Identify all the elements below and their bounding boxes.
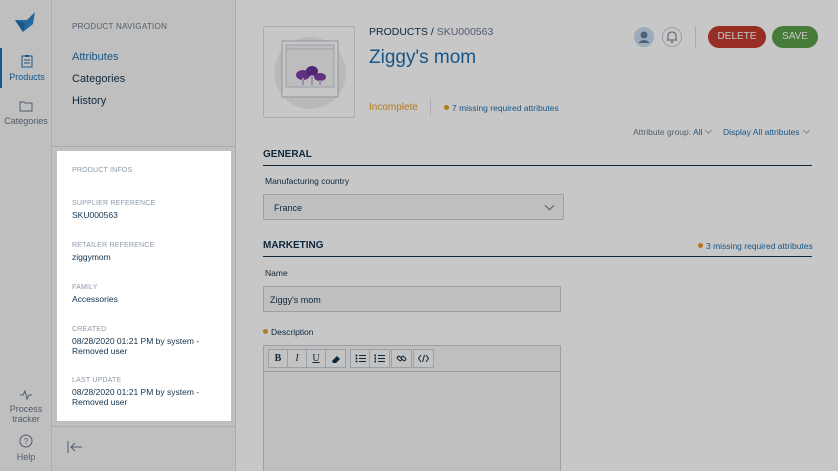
eraser-button[interactable] [326, 350, 345, 367]
product-infos-title: PRODUCT INFOS [72, 167, 133, 174]
divider [695, 26, 696, 48]
section-title-marketing: MARKETING [263, 240, 324, 251]
list-button-group [350, 349, 390, 368]
section-divider [263, 256, 812, 257]
bell-icon [667, 31, 677, 43]
last-update-label: LAST UPDATE [72, 377, 122, 384]
family-label: FAMILY [72, 284, 98, 291]
rail-item-products[interactable]: Products [0, 48, 52, 88]
editor-toolbar: B I U [264, 346, 560, 372]
attribute-group-filter[interactable]: Attribute group: All [633, 126, 713, 137]
rail-item-categories[interactable]: Categories [0, 100, 52, 132]
code-button-group [413, 349, 434, 368]
rail-label-process-tracker: Process tracker [9, 404, 43, 424]
marketing-missing-attributes-link[interactable]: 3 missing required attributes [698, 241, 813, 251]
divider [430, 99, 431, 116]
rail-item-process-tracker[interactable]: Process tracker [0, 390, 52, 424]
name-label: Name [265, 268, 288, 278]
warning-dot-icon [698, 243, 703, 248]
completeness-status: Incomplete [369, 102, 418, 113]
app-rail: Products Categories Process tracker ? He… [0, 0, 52, 471]
section-title-general: GENERAL [263, 149, 312, 160]
underline-button[interactable]: U [307, 350, 326, 367]
rail-label-categories: Categories [4, 116, 48, 126]
link-button[interactable] [392, 350, 411, 367]
chevron-down-icon [544, 200, 555, 211]
nav-link-attributes[interactable]: Attributes [72, 51, 118, 63]
name-input-value: Ziggy's mom [270, 295, 321, 305]
page-title: Ziggy's mom [369, 47, 477, 68]
save-button[interactable]: SAVE [772, 26, 818, 48]
marketing-missing-attributes-text: 3 missing required attributes [706, 241, 813, 251]
missing-attributes-text: 7 missing required attributes [452, 103, 559, 113]
display-attributes-label: Display All attributes [723, 127, 800, 137]
last-update-value: 08/28/2020 01:21 PM by system - Removed … [72, 387, 200, 407]
retailer-reference-label: RETAILER REFERENCE [72, 242, 155, 249]
name-input[interactable]: Ziggy's mom [263, 286, 561, 312]
code-view-button[interactable] [414, 350, 433, 367]
rail-item-help[interactable]: ? Help [0, 434, 52, 464]
product-image[interactable] [263, 26, 355, 118]
attribute-group-label: Attribute group: [633, 127, 692, 137]
code-icon [418, 354, 429, 363]
breadcrumb-sku: SKU000563 [436, 26, 494, 38]
bullet-list-icon [355, 354, 366, 363]
product-image-icon [274, 37, 346, 109]
bold-button[interactable]: B [269, 350, 288, 367]
manufacturing-country-label: Manufacturing country [265, 176, 350, 186]
supplier-reference-value: SKU000563 [72, 210, 118, 220]
description-editor[interactable]: B I U [263, 345, 561, 471]
divider [52, 426, 236, 427]
manufacturing-country-select[interactable]: France [263, 194, 564, 220]
eraser-icon [331, 355, 340, 363]
breadcrumb-separator: / [427, 26, 437, 38]
product-navigation-title: PRODUCT NAVIGATION [72, 22, 168, 31]
breadcrumb-products[interactable]: PRODUCTS [369, 26, 428, 38]
svg-text:?: ? [24, 437, 29, 446]
user-icon [638, 31, 650, 43]
family-value: Accessories [72, 294, 118, 304]
collapse-panel-icon[interactable] [66, 438, 84, 456]
warning-dot-icon [444, 105, 449, 110]
nav-link-history[interactable]: History [72, 95, 106, 107]
description-label: Description [271, 327, 314, 337]
question-icon: ? [19, 434, 33, 448]
product-infos-highlight: PRODUCT INFOS SUPPLIER REFERENCE SKU0005… [57, 151, 231, 421]
breadcrumb: PRODUCTS / SKU000563 [369, 26, 493, 38]
delete-button[interactable]: DELETE [708, 26, 766, 48]
nav-link-categories[interactable]: Categories [72, 73, 125, 85]
italic-button[interactable]: I [288, 350, 307, 367]
link-icon [396, 355, 407, 362]
section-divider [263, 165, 812, 166]
attribute-group-value: All [693, 127, 703, 137]
manufacturing-country-value: France [274, 203, 303, 213]
user-avatar[interactable] [634, 27, 654, 47]
bullet-list-button[interactable] [351, 350, 370, 367]
folder-icon [19, 101, 33, 112]
created-label: CREATED [72, 326, 107, 333]
rail-label-help: Help [16, 452, 36, 462]
divider [52, 146, 236, 147]
clipboard-icon [21, 55, 33, 68]
missing-attributes-link[interactable]: 7 missing required attributes [444, 103, 559, 113]
created-value: 08/28/2020 01:21 PM by system - Removed … [72, 336, 200, 356]
retailer-reference-value: ziggymom [72, 252, 111, 262]
warning-dot-icon [263, 329, 268, 334]
logo-icon[interactable] [13, 10, 37, 34]
display-attributes-filter[interactable]: Display All attributes [723, 126, 810, 137]
chevron-down-icon [802, 126, 810, 135]
rail-label-products: Products [9, 72, 45, 82]
pulse-icon [20, 390, 32, 400]
description-label-row: Description [263, 327, 314, 337]
notification-button[interactable] [662, 27, 682, 47]
numbered-list-button[interactable] [370, 350, 389, 367]
chevron-down-icon [705, 126, 713, 135]
supplier-reference-label: SUPPLIER REFERENCE [72, 200, 156, 207]
numbered-list-icon [374, 354, 385, 363]
main-content: PRODUCTS / SKU000563 Ziggy's mom Incompl… [237, 0, 838, 471]
link-button-group [391, 349, 412, 368]
format-button-group: B I U [268, 349, 346, 368]
